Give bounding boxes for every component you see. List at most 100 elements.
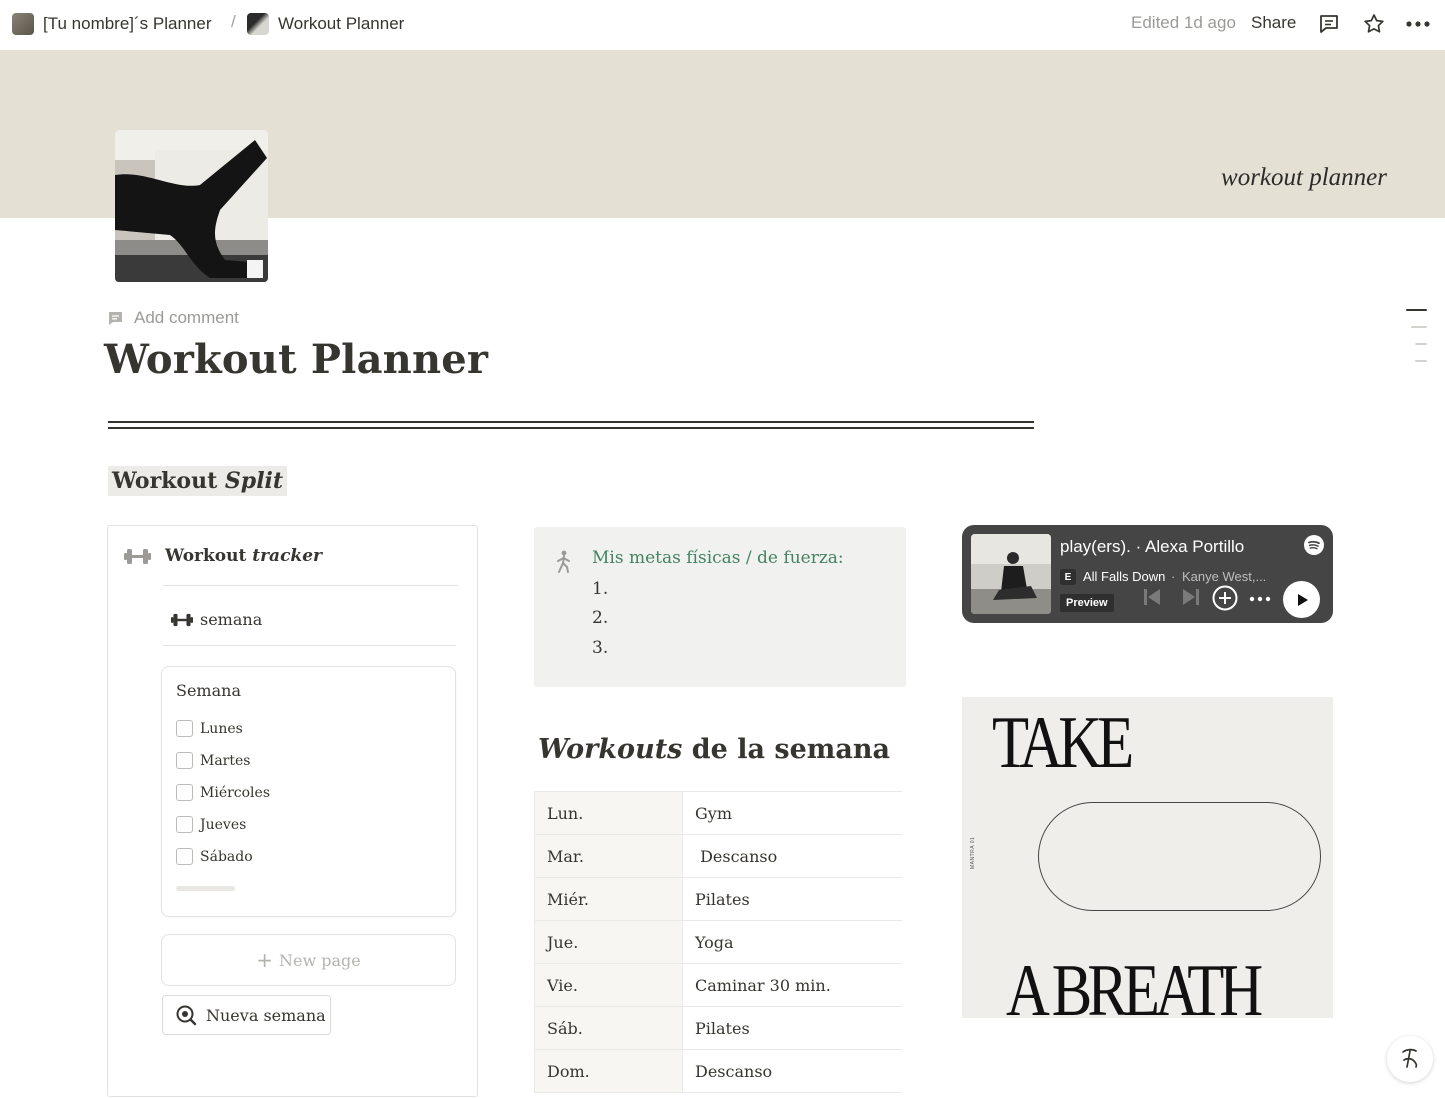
table-cell-activity[interactable]: Yoga [682, 920, 902, 964]
workout-split-heading[interactable]: Workout Split [108, 466, 288, 496]
table-row: Sáb. Pilates [534, 1006, 902, 1050]
day-checkbox-row[interactable]: Lunes [176, 720, 243, 737]
comments-icon[interactable] [1316, 11, 1342, 37]
day-label: Sábado [200, 848, 253, 865]
favorite-star-icon[interactable] [1361, 11, 1387, 37]
breadcrumb-current-label: Workout Planner [278, 14, 405, 33]
table-cell-day[interactable]: Miér. [534, 877, 683, 921]
table-cell-activity[interactable]: Descanso [682, 1049, 902, 1093]
semana-view-tab[interactable]: semana [171, 610, 262, 629]
preview-badge: Preview [1060, 594, 1114, 612]
toc-line[interactable] [1411, 326, 1427, 328]
weekly-workouts-table: Lun. Gym Mar. Descanso Miér. Pilates Jue. Y… [534, 791, 902, 1093]
goal-item[interactable]: 1. [592, 579, 608, 599]
table-cell-day[interactable]: Sáb. [534, 1006, 683, 1050]
table-cell-day[interactable]: Jue. [534, 920, 683, 964]
add-to-library-icon[interactable] [1212, 585, 1238, 611]
album-art-image[interactable] [971, 534, 1051, 614]
breadcrumb-parent[interactable]: [Tu nombre]´s Planner [12, 12, 212, 36]
goal-item[interactable]: 3. [592, 638, 608, 658]
workouts-heading[interactable]: Workouts de la semana [538, 734, 890, 765]
breadcrumb-current[interactable]: Workout Planner [247, 12, 404, 36]
day-checkbox-row[interactable]: Sábado [176, 848, 253, 865]
tracker-title-italic: tracker [252, 546, 322, 566]
tracker-title: Workout tracker [165, 546, 322, 566]
table-cell-activity[interactable]: Descanso [682, 834, 902, 878]
table-cell-day[interactable]: Mar. [534, 834, 683, 878]
cover-caption: workout planner [1221, 164, 1387, 191]
nueva-semana-button[interactable]: Nueva semana [162, 995, 331, 1035]
breadcrumb-separator: / [231, 12, 236, 31]
table-cell-day[interactable]: Dom. [534, 1049, 683, 1093]
checkbox[interactable] [176, 784, 193, 801]
planner-thumbnail-icon [12, 13, 34, 35]
poster-bottom-text: A BREATH [1006, 950, 1263, 1018]
toc-line[interactable] [1415, 360, 1427, 362]
workout-tracker-database: Workout tracker semana Semana Lunes Mart… [107, 525, 478, 1097]
song-separator: · [1171, 569, 1176, 584]
page-icon-image[interactable] [115, 130, 268, 282]
tracker-divider-2 [163, 645, 456, 646]
search-refresh-icon [176, 1005, 197, 1026]
dumbbell-small-icon [171, 613, 193, 626]
day-label: Lunes [200, 720, 243, 737]
help-button[interactable] [1387, 1036, 1433, 1082]
artist-name[interactable]: Kanye West,... [1182, 569, 1266, 584]
toc-line-active[interactable] [1406, 309, 1427, 311]
goal-item[interactable]: 2. [592, 608, 608, 628]
help-script-icon [1402, 1048, 1418, 1068]
dumbbell-icon [124, 548, 151, 564]
new-page-button[interactable]: + New page [161, 934, 456, 986]
day-label: Martes [200, 752, 251, 769]
split-heading-normal: Workout [112, 468, 225, 494]
table-cell-activity[interactable]: Caminar 30 min. [682, 963, 902, 1007]
top-bar: [Tu nombre]´s Planner / Workout Planner … [0, 0, 1445, 48]
toc-line[interactable] [1415, 343, 1427, 345]
page-title[interactable]: Workout Planner [104, 336, 488, 383]
workouts-heading-normal: de la semana [682, 734, 890, 765]
checkbox[interactable] [176, 848, 193, 865]
day-label: Jueves [200, 816, 247, 833]
poster-top-text: TAKE [992, 702, 1134, 784]
checkbox[interactable] [176, 752, 193, 769]
add-comment-button[interactable]: Add comment [107, 308, 239, 328]
playlist-title[interactable]: play(ers). · Alexa Portillo [1060, 537, 1244, 557]
more-options-icon[interactable] [1405, 11, 1431, 37]
more-options-icon[interactable] [1249, 596, 1271, 602]
table-cell-activity[interactable]: Pilates [682, 1006, 902, 1050]
previous-track-icon[interactable] [1142, 587, 1162, 607]
table-cell-day[interactable]: Vie. [534, 963, 683, 1007]
spotify-logo-icon[interactable] [1304, 535, 1324, 555]
table-cell-activity[interactable]: Gym [682, 791, 902, 835]
day-checkbox-row[interactable]: Martes [176, 752, 250, 769]
week-card-title: Semana [176, 681, 241, 700]
day-checkbox-row[interactable]: Jueves [176, 816, 246, 833]
play-button[interactable] [1283, 581, 1320, 618]
double-divider [108, 421, 1034, 429]
checkbox[interactable] [176, 720, 193, 737]
table-row: Dom. Descanso [534, 1049, 902, 1093]
checkbox[interactable] [176, 816, 193, 833]
split-heading-italic: Split [224, 468, 284, 494]
day-checkbox-row[interactable]: Miércoles [176, 784, 270, 801]
share-button[interactable]: Share [1251, 13, 1296, 33]
nueva-semana-label: Nueva semana [206, 1005, 326, 1025]
day-label: Miércoles [200, 784, 271, 801]
table-cell-activity[interactable]: Pilates [682, 877, 902, 921]
edited-timestamp: Edited 1d ago [1131, 13, 1236, 32]
table-cell-day[interactable]: Lun. [534, 791, 683, 835]
spotify-embed[interactable]: play(ers). · Alexa Portillo E All Falls … [962, 525, 1333, 623]
week-card[interactable]: Semana Lunes Martes Miércoles Jueves Sáb… [161, 666, 456, 917]
next-track-icon[interactable] [1181, 587, 1201, 607]
table-row: Lun. Gym [534, 791, 902, 835]
play-icon [1297, 593, 1308, 606]
workouts-heading-italic: Workouts [538, 734, 683, 765]
song-title[interactable]: All Falls Down [1083, 569, 1165, 584]
goals-callout[interactable]: Mis metas físicas / de fuerza: 1. 2. 3. [534, 527, 906, 687]
table-row: Vie. Caminar 30 min. [534, 963, 902, 1007]
take-a-breath-image[interactable]: TAKE MANTRA 01 A BREATH [962, 697, 1333, 1018]
comment-icon [109, 311, 122, 325]
breadcrumb-parent-label: [Tu nombre]´s Planner [43, 14, 212, 33]
poster-oval-shape [1038, 802, 1321, 911]
tracker-header[interactable]: Workout tracker [124, 546, 322, 566]
